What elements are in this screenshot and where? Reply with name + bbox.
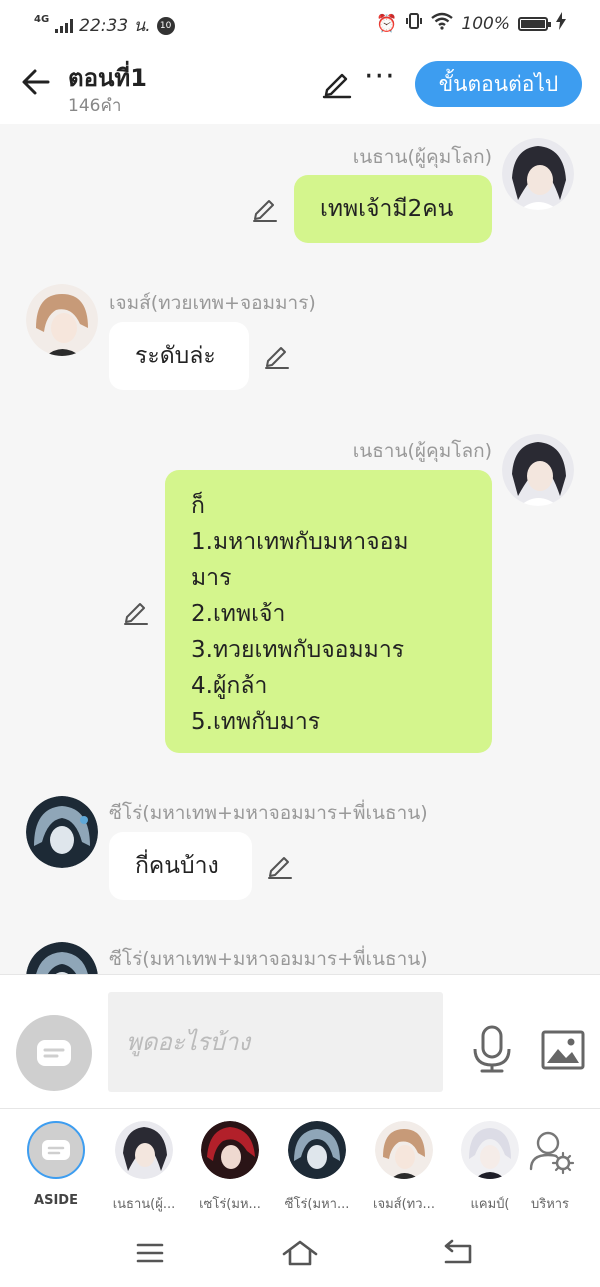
message-line: 2.เทพเจ้า [191, 601, 286, 627]
avatar [288, 1121, 346, 1179]
alarm-icon: ⏰ [376, 13, 398, 34]
sender-name: ซีโร่(มหาเทพ+มหาจอมมาร+พี่เนธาน) [109, 948, 428, 970]
edit-pencil-icon[interactable] [122, 598, 150, 626]
edit-pencil-icon[interactable] [263, 342, 291, 370]
signal-icon [55, 18, 74, 33]
character-item[interactable]: เซโร่(มห... [186, 1121, 274, 1214]
avatar[interactable] [502, 138, 574, 210]
charging-icon [556, 12, 566, 35]
avatar [461, 1121, 519, 1179]
app-header: ตอนที่1 146คำ ··· ขั้นตอนต่อไป [0, 48, 600, 124]
avatar [375, 1121, 433, 1179]
wifi-icon [431, 12, 454, 35]
sender-name: เนธาน(ผู้คุมโลก) [352, 440, 492, 462]
sender-name: เนธาน(ผู้คุมโลก) [352, 146, 492, 168]
character-label: เจมส์(ทว... [373, 1197, 435, 1212]
network-type: 4G [34, 14, 50, 25]
message-line: ก็ [191, 493, 205, 519]
character-label: ASIDE [34, 1193, 78, 1208]
home-icon[interactable] [280, 1236, 320, 1270]
message-bubble[interactable]: เทพเจ้ามี2คน [294, 175, 492, 243]
manage-characters-button[interactable]: บริหาร [512, 1121, 588, 1214]
menu-icon[interactable] [130, 1236, 170, 1270]
avatar[interactable] [26, 942, 98, 974]
message-text: เทพเจ้ามี2คน [320, 196, 454, 222]
edit-pencil-icon[interactable] [251, 195, 279, 223]
vibrate-icon [405, 12, 423, 35]
message-input[interactable] [108, 992, 443, 1092]
notification-badge: 10 [156, 16, 175, 35]
message-line: 3.ทวยเทพกับจอมมาร [191, 637, 405, 663]
message-bubble[interactable]: ก็ 1.มหาเทพกับมหาจอม มาร 2.เทพเจ้า 3.ทวย… [165, 470, 492, 753]
sender-name: ซีโร่(มหาเทพ+มหาจอมมาร+พี่เนธาน) [109, 802, 428, 824]
avatar[interactable] [502, 434, 574, 506]
aside-mode-button[interactable] [16, 1015, 92, 1091]
character-item[interactable]: ซีโร่(มหา... [273, 1121, 361, 1214]
message-composer [0, 974, 600, 1108]
message-bubble[interactable]: กี่คนบ้าง [109, 832, 252, 900]
sender-name: เจมส์(ทวยเทพ+จอมมาร) [109, 292, 316, 314]
edit-pencil-icon[interactable] [266, 852, 294, 880]
back-arrow-icon[interactable] [18, 64, 54, 100]
word-count: 146คำ [68, 96, 122, 116]
character-item[interactable]: เนธาน(ผู้... [100, 1121, 188, 1214]
message-line: มาร [191, 565, 232, 591]
character-aside[interactable]: ASIDE [12, 1121, 100, 1208]
character-label: บริหาร [530, 1197, 570, 1212]
battery-percent: 100% [461, 13, 510, 34]
character-label: ซีโร่(มหา... [284, 1197, 350, 1212]
character-item[interactable]: เจมส์(ทว... [360, 1121, 448, 1214]
battery-icon [518, 16, 551, 31]
status-time: 22:33 น. [79, 16, 151, 36]
microphone-icon[interactable] [470, 1025, 514, 1073]
character-bar: ASIDE เนธาน(ผู้... เซโร่(มห... ซีโร่(มหา… [0, 1108, 600, 1220]
manage-user-icon [521, 1121, 579, 1179]
next-step-button[interactable]: ขั้นตอนต่อไป [415, 61, 582, 107]
image-icon[interactable] [541, 1030, 585, 1070]
avatar[interactable] [26, 796, 98, 868]
message-line: 4.ผู้กล้า [191, 673, 268, 699]
chat-area[interactable]: เนธาน(ผู้คุมโลก) เทพเจ้ามี2คน เจมส์(ทวยเ… [0, 124, 600, 974]
message-line: 5.เทพกับมาร [191, 709, 321, 735]
message-text: กี่คนบ้าง [135, 853, 219, 879]
system-nav-bar [0, 1220, 600, 1287]
avatar [201, 1121, 259, 1179]
edit-title-icon[interactable] [320, 66, 354, 100]
status-bar: 4G 22:33 น. 10 ⏰ 100% [0, 0, 600, 48]
character-label: เซโร่(มห... [199, 1197, 261, 1212]
avatar [115, 1121, 173, 1179]
more-menu-icon[interactable]: ··· [364, 62, 396, 92]
message-text: ระดับล่ะ [135, 343, 216, 369]
back-icon[interactable] [438, 1236, 478, 1270]
aside-avatar [27, 1121, 85, 1179]
chat-bubble-icon [37, 1040, 71, 1066]
message-bubble[interactable]: ระดับล่ะ [109, 322, 249, 390]
message-line: 1.มหาเทพกับมหาจอม [191, 529, 409, 555]
avatar[interactable] [26, 284, 98, 356]
character-label: เนธาน(ผู้... [112, 1197, 176, 1212]
